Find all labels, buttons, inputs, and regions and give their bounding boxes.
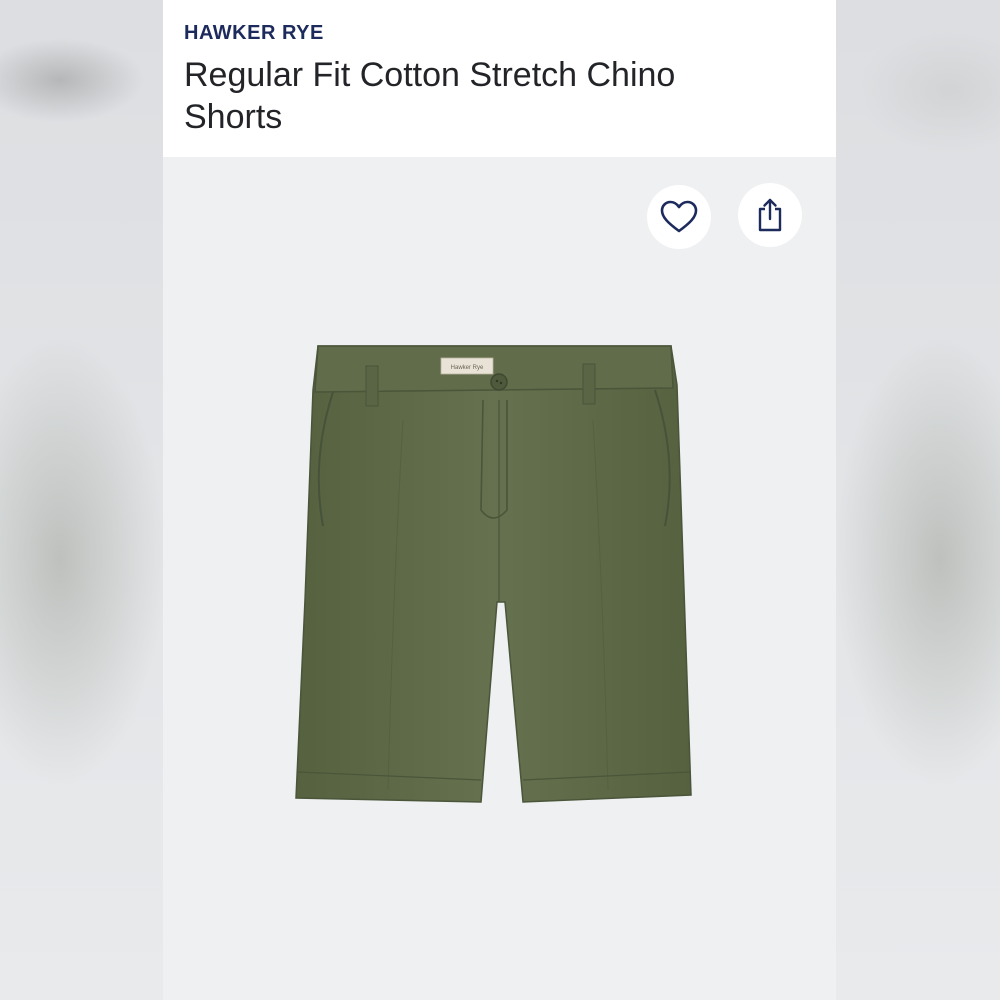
brand-name[interactable]: HAWKER RYE — [184, 22, 324, 45]
product-card: HAWKER RYE Regular Fit Cotton Stretch Ch… — [163, 0, 836, 1000]
share-icon — [758, 198, 782, 232]
share-button[interactable] — [738, 183, 802, 247]
product-image[interactable]: Hawker Rye — [293, 340, 703, 820]
favorite-button[interactable] — [647, 185, 711, 249]
heart-icon — [660, 200, 698, 233]
product-header: HAWKER RYE Regular Fit Cotton Stretch Ch… — [163, 0, 836, 157]
product-title: Regular Fit Cotton Stretch Chino Shorts — [184, 56, 676, 136]
svg-text:Hawker Rye: Hawker Rye — [451, 365, 484, 371]
